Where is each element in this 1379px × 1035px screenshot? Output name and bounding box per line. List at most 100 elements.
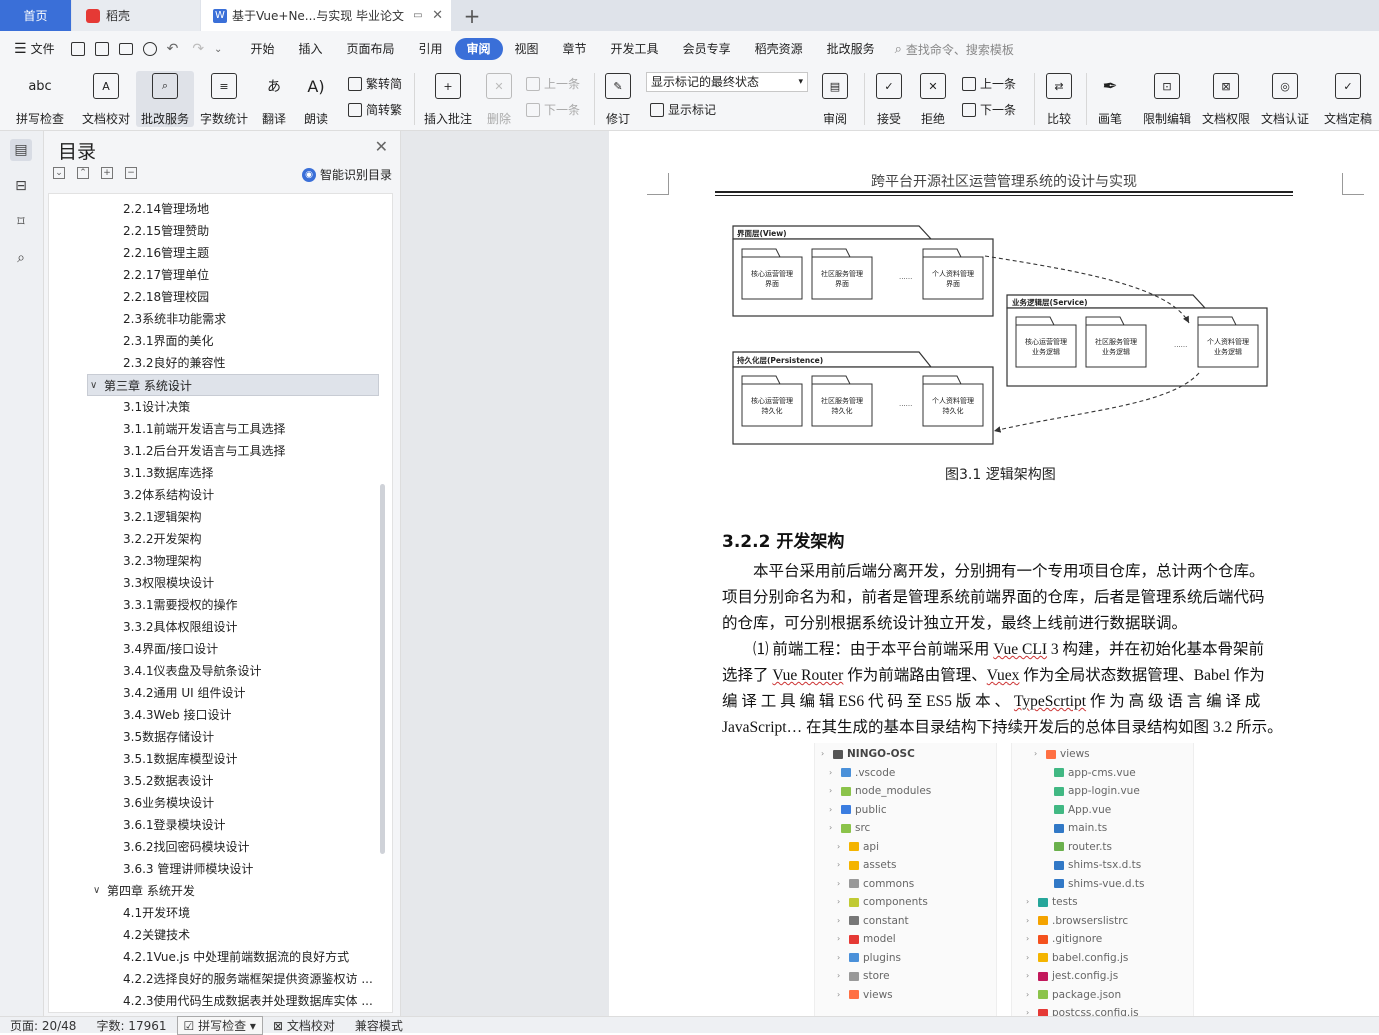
toc-item[interactable]: 3.6业务模块设计 [123,792,385,814]
menu-file[interactable]: 文件 [27,38,67,60]
toc-item[interactable]: 3.5.1数据库模型设计 [123,748,385,770]
word-count-button[interactable]: ≡ 字数统计 [198,71,250,127]
expand-chevron-icon[interactable]: ∨ [90,375,97,395]
toc-item[interactable]: 2.2.15管理赞助 [123,220,385,242]
toc-item[interactable]: 3.2.2开发架构 [123,528,385,550]
toc-item[interactable]: 4.2.2选择良好的服务端框架提供资源鉴权访 ... [123,968,385,990]
remove-entry-icon[interactable]: − [125,167,137,179]
close-icon[interactable]: ✕ [375,137,388,156]
toc-item[interactable]: 2.3系统非功能需求 [123,308,385,330]
menu-correction[interactable]: 批改服务 [815,38,887,60]
menu-chapter[interactable]: 章节 [551,38,599,60]
spell-flag[interactable]: Vue CLI [993,641,1047,658]
prev-comment-button[interactable]: 上一条 [526,75,580,92]
spell-flag[interactable]: Vue Router [772,667,843,684]
insert-comment-button[interactable]: + 插入批注 [422,71,474,127]
toc-item[interactable]: 2.2.18管理校园 [123,286,385,308]
restrict-edit-button[interactable]: ⊡ 限制编辑 [1140,71,1194,127]
toc-item[interactable]: 2.2.14管理场地 [123,198,385,220]
spell-check-button[interactable]: abc 拼写检查 [10,71,70,127]
command-search-input[interactable]: 查找命令、搜索模板 [906,41,1014,58]
tab-document[interactable]: W 基于Vue+Ne...与实现 毕业论文 ▭ ✕ [201,0,451,31]
toc-item[interactable]: 3.4.3Web 接口设计 [123,704,385,726]
next-comment-button[interactable]: 下一条 [526,101,580,118]
delete-comment-button[interactable]: ✕ 删除 [480,71,518,127]
menu-layout[interactable]: 页面布局 [334,38,406,60]
review-pane-button[interactable]: ▤ 审阅 [816,71,854,127]
doc-permission-button[interactable]: ⊠ 文档权限 [1200,71,1252,127]
more-icon[interactable]: ⌄ [214,44,222,55]
compare-button[interactable]: ⇄ 比较 [1040,71,1078,127]
toc-item[interactable]: 3.3.2具体权限组设计 [123,616,385,638]
toc-item[interactable]: 3.6.1登录模块设计 [123,814,385,836]
toc-item[interactable]: 3.2.1逻辑架构 [123,506,385,528]
simp-to-trad-button[interactable]: 简转繁 [348,101,402,118]
status-proof[interactable]: ⊠ 文档校对 [263,1017,345,1034]
pen-button[interactable]: ✒ 画笔 [1094,71,1126,127]
expand-chevron-icon[interactable]: ∨ [93,880,100,902]
toc-item[interactable]: 3.5数据存储设计 [123,726,385,748]
review-service-button[interactable]: ⌕ 批改服务 [136,71,194,127]
doc-certify-button[interactable]: ◎ 文档认证 [1258,71,1312,127]
toc-item[interactable]: ∨ 第三章 系统设计 [87,374,379,396]
menu-start[interactable]: 开始 [238,38,286,60]
close-tab-icon[interactable]: ✕ [432,8,443,23]
add-entry-icon[interactable]: + [101,167,113,179]
chapter-nav-icon[interactable]: ⊟ [10,175,32,197]
next-change-button[interactable]: 下一条 [962,101,1016,118]
toc-item[interactable]: 3.6.2找回密码模块设计 [123,836,385,858]
toc-item[interactable]: 3.2.3物理架构 [123,550,385,572]
expand-all-icon[interactable]: ⌃ [77,167,89,179]
toc-item[interactable]: 4.1开发环境 [123,902,385,924]
doc-proof-button[interactable]: A 文档校对 [78,71,134,127]
toc-item[interactable]: 2.2.16管理主题 [123,242,385,264]
preview-icon[interactable] [142,42,157,56]
toc-item[interactable]: 4.2关键技术 [123,924,385,946]
collapse-all-icon[interactable]: ⌄ [53,167,65,179]
trad-to-simp-button[interactable]: 繁转简 [348,75,402,92]
show-markup-button[interactable]: 显示标记 [650,101,716,118]
toc-item[interactable]: 2.2.17管理单位 [123,264,385,286]
menu-daoke-res[interactable]: 稻壳资源 [743,38,815,60]
menu-insert[interactable]: 插入 [286,38,334,60]
toc-item[interactable]: 2.3.1界面的美化 [123,330,385,352]
toc-icon[interactable]: ▤ [10,139,32,161]
toc-item[interactable]: 3.1.3数据库选择 [123,462,385,484]
toc-item[interactable]: 2.3.2良好的兼容性 [123,352,385,374]
monitor-icon[interactable]: ▭ [413,10,422,21]
save-icon[interactable] [70,42,85,56]
redo-icon[interactable]: ↷ [192,41,204,57]
toc-item[interactable]: 3.1.2后台开发语言与工具选择 [123,440,385,462]
menu-reference[interactable]: 引用 [406,38,454,60]
menu-review[interactable]: 审阅 [454,38,503,60]
toc-item[interactable]: 3.4界面/接口设计 [123,638,385,660]
undo-icon[interactable]: ↶ [167,41,179,57]
toc-item[interactable]: 3.5.2数据表设计 [123,770,385,792]
tab-daoke[interactable]: 稻壳 [72,0,200,31]
page-counter[interactable]: 页面: 20/48 [0,1017,86,1034]
toc-item[interactable]: 3.6.3 管理讲师模块设计 [123,858,385,880]
toc-item[interactable]: 3.2体系结构设计 [123,484,385,506]
menu-devtools[interactable]: 开发工具 [599,38,671,60]
track-changes-button[interactable]: ✎ 修订 [600,71,636,127]
new-tab-button[interactable]: + [458,0,486,31]
doc-finalize-button[interactable]: ✓ 文档定稿 [1320,71,1376,127]
translate-button[interactable]: あ 翻译 [256,71,292,127]
reject-button[interactable]: ✕ 拒绝 [914,71,952,127]
find-icon[interactable]: ⌕ [10,247,32,269]
toc-item[interactable]: ∨ 第四章 系统开发 [91,880,379,902]
toc-item[interactable]: 3.4.1仪表盘及导航条设计 [123,660,385,682]
prev-change-button[interactable]: 上一条 [962,75,1016,92]
toc-item[interactable]: 3.3.1需要授权的操作 [123,594,385,616]
toc-item[interactable]: 3.1设计决策 [123,396,385,418]
export-icon[interactable] [94,42,109,56]
tab-home[interactable]: 首页 [0,0,71,31]
menu-member[interactable]: 会员专享 [671,38,743,60]
menu-view[interactable]: 视图 [503,38,551,60]
toc-item[interactable]: 3.1.1前端开发语言与工具选择 [123,418,385,440]
toc-item[interactable]: 4.2.3使用代码生成数据表并处理数据库实体 ... [123,990,385,1012]
bookmark-icon[interactable]: ⌑ [10,211,32,233]
status-spell-check[interactable]: ☑ 拼写检查 ▾ [176,1015,263,1035]
toc-scrollbar[interactable] [380,484,385,854]
spell-flag[interactable]: Vuex [987,667,1020,684]
